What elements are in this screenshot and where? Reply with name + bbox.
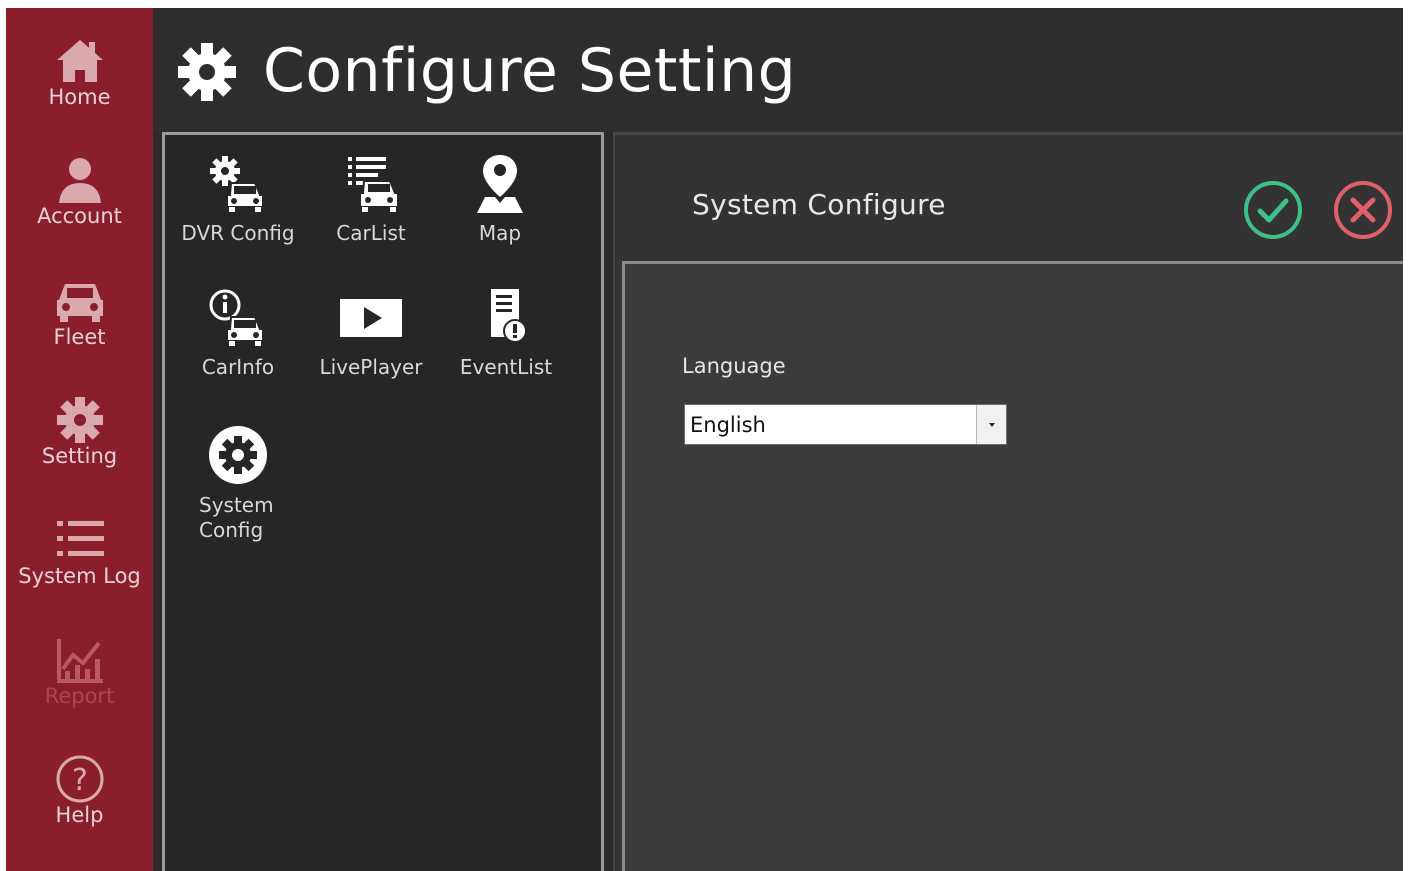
system-config-icon bbox=[209, 426, 267, 484]
help-icon: ? bbox=[56, 755, 103, 803]
module-map[interactable]: Map bbox=[435, 151, 565, 261]
module-label: Map bbox=[478, 221, 522, 245]
module-liveplayer[interactable]: LivePlayer bbox=[306, 285, 436, 395]
sidebar-item-label: Setting bbox=[41, 444, 118, 468]
module-system-config[interactable]: System Config bbox=[173, 423, 303, 543]
sidebar-item-setting[interactable]: Setting bbox=[6, 395, 153, 505]
sidebar-item-home[interactable]: Home bbox=[6, 36, 153, 146]
sidebar: Home Account Fleet Setting System Log Re… bbox=[6, 8, 153, 871]
sidebar-item-label: Help bbox=[55, 803, 104, 827]
module-carlist[interactable]: CarList bbox=[306, 151, 436, 261]
play-icon bbox=[340, 299, 402, 337]
svg-text:?: ? bbox=[72, 763, 88, 798]
module-dvr-config[interactable]: DVR Config bbox=[173, 151, 303, 261]
car-icon bbox=[56, 284, 103, 322]
page-header: Configure Setting bbox=[153, 8, 1403, 132]
confirm-button[interactable] bbox=[1242, 179, 1304, 241]
dvr-config-icon bbox=[210, 156, 264, 212]
config-title: System Configure bbox=[692, 188, 946, 221]
sidebar-item-system-log[interactable]: System Log bbox=[6, 515, 153, 625]
sidebar-item-label: System Log bbox=[18, 564, 141, 588]
map-pin-icon bbox=[477, 155, 523, 213]
close-icon bbox=[1334, 181, 1392, 239]
module-carinfo[interactable]: CarInfo bbox=[173, 285, 303, 395]
module-eventlist[interactable]: EventList bbox=[441, 285, 571, 395]
eventlist-icon bbox=[491, 289, 527, 343]
home-icon bbox=[56, 40, 103, 82]
app-window: Home Account Fleet Setting System Log Re… bbox=[6, 8, 1403, 871]
language-select[interactable]: English bbox=[684, 404, 1007, 445]
module-label: DVR Config bbox=[181, 221, 295, 245]
module-label: CarList bbox=[336, 221, 406, 245]
config-form: Language English bbox=[622, 261, 1403, 871]
sidebar-item-label: Report bbox=[44, 684, 115, 708]
chart-icon bbox=[56, 639, 103, 683]
page-title: Configure Setting bbox=[263, 36, 797, 106]
chevron-down-icon[interactable] bbox=[976, 405, 1006, 444]
language-label: Language bbox=[682, 354, 786, 378]
sidebar-item-fleet[interactable]: Fleet bbox=[6, 276, 153, 386]
carlist-icon bbox=[348, 157, 399, 212]
sidebar-item-report: Report bbox=[6, 635, 153, 745]
sidebar-item-label: Home bbox=[48, 85, 111, 109]
check-icon bbox=[1244, 181, 1302, 239]
config-panel: System Configure Language English bbox=[613, 132, 1403, 871]
list-icon bbox=[56, 521, 104, 556]
sidebar-item-account[interactable]: Account bbox=[6, 155, 153, 265]
carinfo-icon bbox=[209, 289, 264, 346]
gear-icon bbox=[178, 43, 236, 101]
user-icon bbox=[58, 158, 101, 203]
module-label: System Config bbox=[173, 493, 303, 543]
sidebar-item-label: Fleet bbox=[53, 325, 106, 349]
module-label-line: System bbox=[199, 493, 274, 517]
gear-icon bbox=[56, 397, 103, 443]
language-select-value: English bbox=[690, 413, 766, 437]
module-label: EventList bbox=[459, 355, 553, 379]
sidebar-item-label: Account bbox=[37, 204, 122, 228]
module-label-line: Config bbox=[199, 518, 264, 542]
cancel-button[interactable] bbox=[1332, 179, 1394, 241]
module-label: CarInfo bbox=[201, 355, 275, 379]
sidebar-item-help[interactable]: ? Help bbox=[6, 754, 153, 864]
module-label: LivePlayer bbox=[319, 355, 423, 379]
module-panel: DVR Config CarList Map CarInfo LivePlaye… bbox=[162, 132, 604, 871]
